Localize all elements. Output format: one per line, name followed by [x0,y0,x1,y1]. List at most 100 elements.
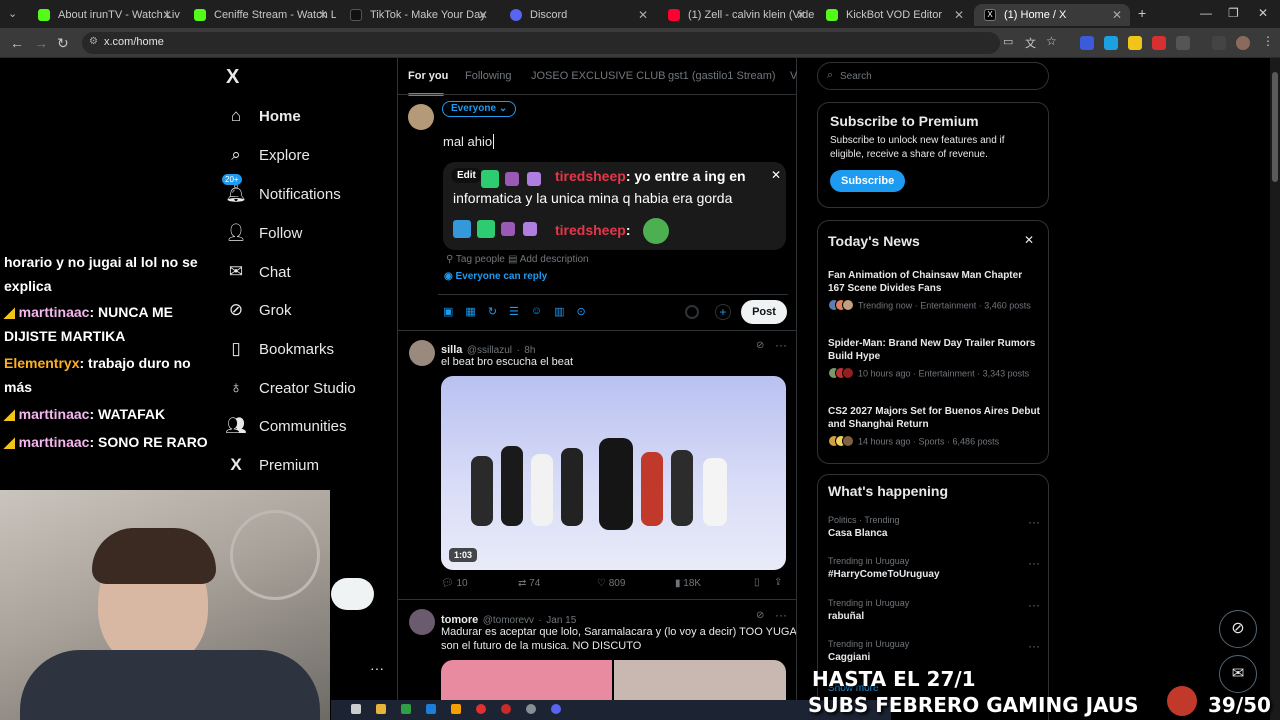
taskbar-app-icon[interactable] [526,704,536,714]
search-input[interactable]: ⌕ Search [817,62,1049,90]
audience-selector[interactable]: Everyone ⌄ [442,101,517,117]
menu-icon[interactable]: ⋮ [1262,34,1274,48]
url-field[interactable]: ⚙ x.com/home [82,32,1000,54]
location-icon[interactable]: ⊙ [577,305,586,318]
star-icon[interactable]: ☆ [1046,34,1057,48]
browser-tab-active[interactable]: X (1) Home / X ✕ [974,4,1130,26]
sidebar-item-explore[interactable]: ⌕ Explore [226,140,310,170]
close-icon[interactable]: ✕ [1112,8,1122,22]
views-button[interactable]: ▮ 18K [675,578,701,589]
extension-icon[interactable] [1128,36,1142,50]
avatar[interactable] [409,340,435,366]
cast-icon[interactable]: ▭ [1003,35,1013,48]
sidebar-item-home[interactable]: ⌂ Home [226,101,301,131]
restore-icon[interactable]: ❐ [1228,6,1239,20]
news-item[interactable]: Fan Animation of Chainsaw Man Chapter 16… [828,269,1040,313]
more-icon[interactable]: ··· [1028,515,1040,529]
browser-tab[interactable]: (1) Zell - calvin klein (Video Ofi✕ [658,4,814,26]
poll-icon[interactable]: ☰ [509,305,519,318]
back-icon[interactable]: ← [10,35,24,51]
tag-people-button[interactable]: ⚲ Tag people [446,254,505,265]
profile-avatar[interactable] [1236,36,1250,50]
like-button[interactable]: ♡ 809 [597,578,625,589]
sidebar-item-creator-studio[interactable]: ♁ Creator Studio [226,373,356,403]
more-icon[interactable]: ··· [775,608,787,622]
attached-media[interactable]: Edit ✕ tiredsheep: yo entre a ing en inf… [443,162,786,250]
bookmark-icon[interactable]: ▯ [754,577,760,588]
taskbar-app-icon[interactable] [451,704,461,714]
tweet[interactable]: silla @ssillazul · 8h ⊘ ··· el beat bro … [398,331,796,598]
post-submit-button[interactable]: Post [741,300,787,324]
add-description-button[interactable]: ▤ Add description [508,254,589,265]
adblock-icon[interactable] [1152,36,1166,50]
subscribe-button[interactable]: Subscribe [830,170,906,192]
trend-item[interactable]: Trending in Uruguay #HarryComeToUruguay ··… [828,556,1040,580]
grok-icon[interactable]: ⊘ [756,610,764,621]
edit-media-button[interactable]: Edit [451,168,482,183]
taskbar-app-icon[interactable] [476,704,486,714]
repost-button[interactable]: ⇄ 74 [518,578,540,589]
window-close-icon[interactable]: ✕ [1258,6,1268,20]
close-icon[interactable]: ✕ [638,8,648,22]
sidebar-item-bookmarks[interactable]: ▯ Bookmarks [226,334,334,364]
site-info-icon[interactable]: ⚙ [89,36,98,47]
emoji-icon[interactable]: ☺ [531,305,542,318]
close-icon[interactable]: ✕ [1024,233,1034,247]
extension-icon[interactable] [1080,36,1094,50]
compose-text-input[interactable]: mal ahio [443,134,495,149]
browser-tab[interactable]: TikTok - Make Your Day ✕ [340,4,496,26]
reload-icon[interactable]: ↻ [57,35,69,52]
tab-search-icon[interactable]: ⌄ [8,7,17,20]
browser-tab[interactable]: About irunTV - Watch Live on K✕ [28,4,180,26]
sidebar-item-grok[interactable]: ⊘ Grok [226,295,292,325]
browser-tab[interactable]: Discord ✕ [500,4,656,26]
remove-media-icon[interactable]: ✕ [771,168,781,182]
tab-joseo-exclusive-club[interactable]: JOSEO EXCLUSIVE CLUB [531,70,666,82]
more-icon[interactable]: ··· [775,338,787,352]
scrollbar[interactable] [1270,58,1280,720]
tab-for-you[interactable]: For you [408,70,448,82]
forward-icon[interactable]: → [34,35,48,51]
taskbar-app-icon[interactable] [401,704,411,714]
close-icon[interactable]: ✕ [162,8,172,22]
translate-icon[interactable]: 文 [1025,35,1036,51]
sidebar-item-follow[interactable]: 👤︎ Follow [225,218,302,248]
gif-icon[interactable]: ▦ [465,305,475,318]
grok-icon[interactable]: ↻ [488,305,497,318]
messages-floating-button[interactable]: ✉ [1219,655,1257,693]
more-icon[interactable]: ··· [370,660,384,676]
grok-floating-button[interactable]: ⊘ [1219,610,1257,648]
trend-item[interactable]: Trending in Uruguay Caggiani ··· [828,639,1040,663]
trend-item[interactable]: Politics · Trending Casa Blanca ··· [828,515,1040,539]
news-item[interactable]: CS2 2027 Majors Set for Buenos Aires Deb… [828,405,1040,449]
sidebar-item-premium[interactable]: X Premium [226,450,319,480]
taskbar-app-icon[interactable] [426,704,436,714]
close-icon[interactable]: ✕ [318,8,328,22]
x-logo[interactable]: X [226,66,239,89]
browser-tab[interactable]: Ceniffe Stream - Watch Live on✕ [184,4,336,26]
news-item[interactable]: Spider-Man: Brand New Day Trailer Rumors… [828,337,1040,381]
add-thread-icon[interactable]: + [715,304,731,320]
scrollbar-thumb[interactable] [1272,72,1278,182]
sidepanel-icon[interactable] [1212,36,1226,50]
more-icon[interactable]: ··· [1028,639,1040,653]
minimize-icon[interactable]: — [1200,6,1212,20]
tweet-video[interactable]: 1:03 [441,376,786,570]
sidebar-item-notifications[interactable]: 🔔︎ 20+ Notifications [222,174,341,209]
extension-icon[interactable] [1104,36,1118,50]
trend-item[interactable]: Trending in Uruguay rabuñal ··· [828,598,1040,622]
taskbar-app-icon[interactable] [376,704,386,714]
browser-tab[interactable]: KickBot VOD Editor ✕ [816,4,972,26]
tab-gst1-stream[interactable]: gst1 (gastilo1 Stream) [668,70,776,82]
sidebar-item-chat[interactable]: ✉ Chat [226,257,291,287]
taskbar-app-icon[interactable] [351,704,361,714]
share-icon[interactable]: ⇪ [774,577,782,588]
reply-settings-button[interactable]: ◉ Everyone can reply [444,271,547,282]
reply-button[interactable]: 💬︎ 10 [441,578,468,589]
schedule-icon[interactable]: ▥ [554,305,564,318]
grok-icon[interactable]: ⊘ [756,340,764,351]
close-icon[interactable]: ✕ [796,8,806,22]
taskbar-app-icon[interactable] [551,704,561,714]
tab-following[interactable]: Following [465,70,511,82]
tab-more[interactable]: V [790,70,797,82]
